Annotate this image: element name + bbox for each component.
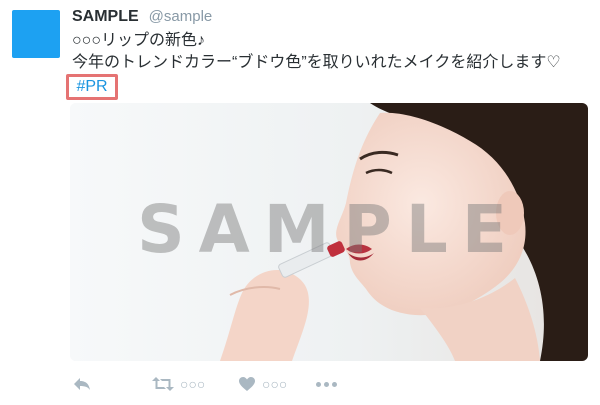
hashtag-highlight: #PR — [66, 74, 118, 100]
retweet-button[interactable]: ○○○ — [152, 376, 238, 392]
tweet-text: ○○○リップの新色♪ 今年のトレンドカラー“ブドウ色”を取りいれたメイクを紹介し… — [72, 30, 592, 74]
display-name[interactable]: SAMPLE — [72, 8, 139, 26]
avatar[interactable] — [12, 10, 60, 58]
retweet-icon — [152, 377, 174, 391]
tweet-header: SAMPLE @sample — [72, 8, 212, 28]
more-button[interactable] — [316, 381, 337, 387]
heart-icon — [239, 377, 255, 391]
tweet-card: SAMPLE @sample ○○○リップの新色♪ 今年のトレンドカラー“ブドウ… — [0, 0, 600, 405]
tweet-actions: ○○○ ○○○ — [72, 372, 337, 396]
hashtag-link[interactable]: #PR — [76, 78, 107, 96]
tweet-text-line-2: 今年のトレンドカラー“ブドウ色”を取りいれたメイクを紹介します♡ — [72, 54, 561, 71]
media-photo — [70, 103, 588, 361]
reply-icon — [74, 378, 90, 390]
like-button[interactable]: ○○○ — [238, 376, 316, 392]
more-icon — [316, 381, 321, 387]
reply-button[interactable] — [72, 376, 152, 392]
user-handle[interactable]: @sample — [149, 8, 213, 25]
tweet-media-image[interactable]: SAMPLE — [70, 103, 588, 361]
retweet-count: ○○○ — [180, 376, 206, 392]
like-count: ○○○ — [262, 376, 288, 392]
tweet-text-line-1: ○○○リップの新色♪ — [72, 32, 205, 49]
